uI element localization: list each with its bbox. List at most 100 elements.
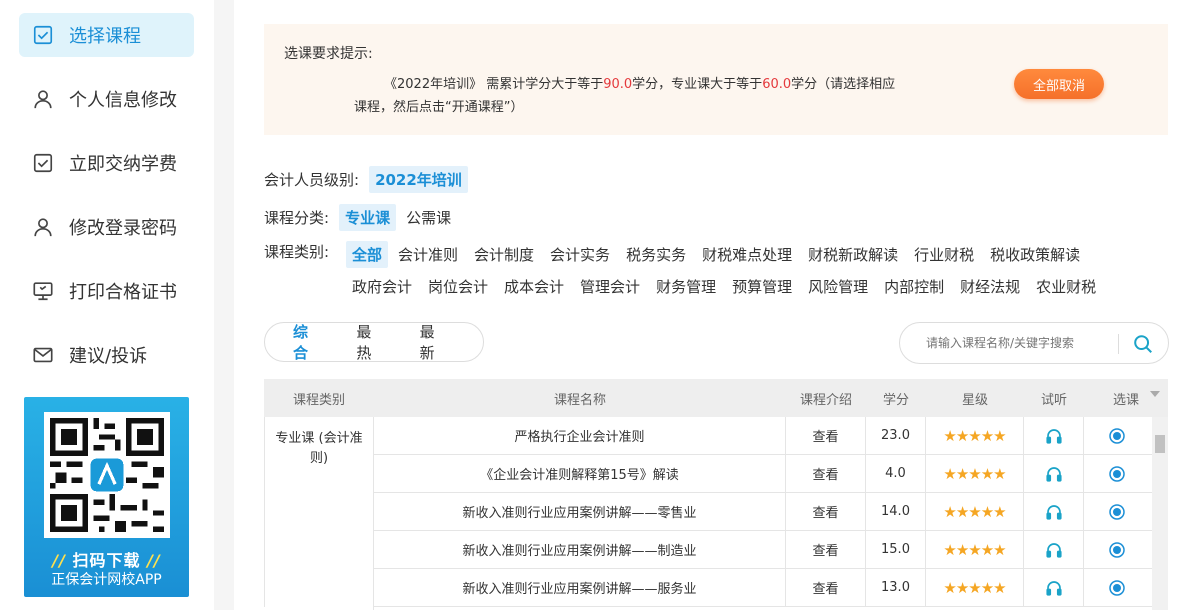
listen-button[interactable] <box>1024 416 1084 455</box>
column-header: 课程类别 <box>292 392 345 408</box>
listen-button[interactable] <box>1024 530 1084 569</box>
type-option[interactable]: 税收政策解读 <box>984 241 1086 268</box>
type-option[interactable]: 政府会计 <box>346 273 418 300</box>
search-icon[interactable] <box>1132 333 1154 355</box>
credit-value: 23.0 <box>866 416 926 455</box>
select-radio[interactable] <box>1084 493 1150 531</box>
type-option[interactable]: 农业财税 <box>1030 273 1102 300</box>
level-label: 会计人员级别: <box>264 171 360 189</box>
type-option[interactable]: 风险管理 <box>802 273 874 300</box>
listen-button[interactable] <box>1024 454 1084 493</box>
credit-value: 14.0 <box>866 492 926 531</box>
type-option[interactable]: 成本会计 <box>498 273 570 300</box>
radio-selected-icon[interactable] <box>1109 465 1125 482</box>
qr-subtitle: 正保会计网校APP <box>51 572 162 588</box>
type-option[interactable]: 财务管理 <box>650 273 722 300</box>
qr-title: // 扫码下载 // <box>52 551 161 570</box>
radio-selected-icon[interactable] <box>1109 503 1125 520</box>
type-option[interactable]: 财经法规 <box>954 273 1026 300</box>
level-filter: 会计人员级别: 2022年培训 <box>264 166 472 193</box>
star-icon: ★★★★★ <box>943 578 1006 597</box>
scrollbar[interactable] <box>1152 417 1168 610</box>
view-link[interactable]: 查看 <box>786 416 866 455</box>
checkbox-icon <box>31 23 55 47</box>
mail-icon <box>31 343 55 367</box>
class-label: 课程分类: <box>264 209 330 227</box>
type-option[interactable]: 会计准则 <box>392 241 464 268</box>
type-filter-label-row: 课程类别: <box>264 241 339 262</box>
select-radio[interactable] <box>1084 417 1150 455</box>
sort-option[interactable]: 最热 <box>356 321 385 363</box>
select-radio[interactable] <box>1084 455 1150 493</box>
type-label: 课程类别: <box>264 243 330 261</box>
user-icon <box>31 215 55 239</box>
app-download-banner[interactable]: // 扫码下载 // 正保会计网校APP <box>24 397 189 597</box>
sidebar-item-select-course[interactable]: 选择课程 <box>19 13 194 57</box>
star-icon: ★★★★★ <box>943 502 1006 521</box>
listen-button[interactable] <box>1024 568 1084 607</box>
credit-value: 4.0 <box>866 454 926 493</box>
headphones-icon[interactable] <box>1045 427 1063 445</box>
scrollbar-thumb[interactable] <box>1155 435 1165 453</box>
level-value[interactable]: 2022年培训 <box>369 166 468 193</box>
qr-code <box>44 412 170 538</box>
headphones-icon[interactable] <box>1045 465 1063 483</box>
sidebar-item-certificate[interactable]: 打印合格证书 <box>19 269 194 313</box>
course-name: 严格执行企业会计准则 <box>374 416 786 455</box>
course-table: 课程类别 课程名称 课程介绍 学分 星级 试听 选课 专业课 (会计准则) 严格… <box>264 379 1168 610</box>
column-header: 课程名称 <box>553 392 606 408</box>
table-rows: 严格执行企业会计准则 查看 23.0 ★★★★★ 《企业会计准则解释第15号》解读 查看 4… <box>374 416 1168 607</box>
course-name: 新收入准则行业应用案例讲解——零售业 <box>374 492 786 531</box>
headphones-icon[interactable] <box>1045 579 1063 597</box>
sidebar-item-feedback[interactable]: 建议/投诉 <box>19 333 194 377</box>
type-option[interactable]: 行业财税 <box>908 241 980 268</box>
type-option[interactable]: 税务实务 <box>620 241 692 268</box>
type-options-row1: 全部 会计准则 会计制度 会计实务 税务实务 财税难点处理 财税新政解读 行业财税 税收政策解读 <box>346 241 1090 268</box>
sort-option[interactable]: 综合 <box>293 321 322 363</box>
type-option[interactable]: 会计实务 <box>544 241 616 268</box>
sidebar-item-profile[interactable]: 个人信息修改 <box>19 77 194 121</box>
listen-button[interactable] <box>1024 492 1084 531</box>
headphones-icon[interactable] <box>1045 541 1063 559</box>
radio-selected-icon[interactable] <box>1109 541 1125 558</box>
star-rating: ★★★★★ <box>926 416 1024 455</box>
sidebar-item-password[interactable]: 修改登录密码 <box>19 205 194 249</box>
headphones-icon[interactable] <box>1045 503 1063 521</box>
main-content: 选课要求提示: 《2022年培训》 需累计学分大于等于90.0学分，专业课大于等… <box>234 0 1200 610</box>
type-option[interactable]: 会计制度 <box>468 241 540 268</box>
sidebar: 选择课程 个人信息修改 立即交纳学费 修改登录密码 打印合格证书 建议/投诉 /… <box>0 0 214 610</box>
star-rating: ★★★★★ <box>926 492 1024 531</box>
course-notice: 选课要求提示: 《2022年培训》 需累计学分大于等于90.0学分，专业课大于等… <box>264 24 1168 135</box>
search-box <box>899 322 1169 364</box>
column-header: 试听 <box>1040 392 1067 408</box>
select-radio[interactable] <box>1084 531 1150 569</box>
radio-selected-icon[interactable] <box>1109 579 1125 596</box>
star-rating: ★★★★★ <box>926 454 1024 493</box>
course-name: 《企业会计准则解释第15号》解读 <box>374 454 786 493</box>
class-option[interactable]: 公需课 <box>400 204 457 231</box>
type-option[interactable]: 内部控制 <box>878 273 950 300</box>
type-option[interactable]: 财税新政解读 <box>802 241 904 268</box>
credit-value: 13.0 <box>866 568 926 607</box>
chevron-down-icon[interactable] <box>1150 391 1160 397</box>
view-link[interactable]: 查看 <box>786 454 866 493</box>
view-link[interactable]: 查看 <box>786 530 866 569</box>
search-input[interactable] <box>926 333 1112 353</box>
view-link[interactable]: 查看 <box>786 568 866 607</box>
type-option[interactable]: 财税难点处理 <box>696 241 798 268</box>
class-option[interactable]: 专业课 <box>339 204 397 231</box>
type-option[interactable]: 管理会计 <box>574 273 646 300</box>
view-link[interactable]: 查看 <box>786 492 866 531</box>
notice-line1: 《2022年培训》 需累计学分大于等于90.0学分，专业课大于等于60.0学分（… <box>384 77 896 92</box>
column-header: 星级 <box>961 392 988 408</box>
radio-selected-icon[interactable] <box>1109 427 1125 444</box>
table-row: 新收入准则行业应用案例讲解——制造业 查看 15.0 ★★★★★ <box>374 530 1168 569</box>
type-option[interactable]: 预算管理 <box>726 273 798 300</box>
type-option[interactable]: 岗位会计 <box>422 273 494 300</box>
sidebar-item-pay[interactable]: 立即交纳学费 <box>19 141 194 185</box>
cancel-all-button[interactable]: 全部取消 <box>1014 69 1104 99</box>
type-option[interactable]: 全部 <box>346 241 389 268</box>
sort-option[interactable]: 最新 <box>420 321 449 363</box>
select-radio[interactable] <box>1084 569 1150 607</box>
sidebar-item-label: 打印合格证书 <box>69 282 177 303</box>
